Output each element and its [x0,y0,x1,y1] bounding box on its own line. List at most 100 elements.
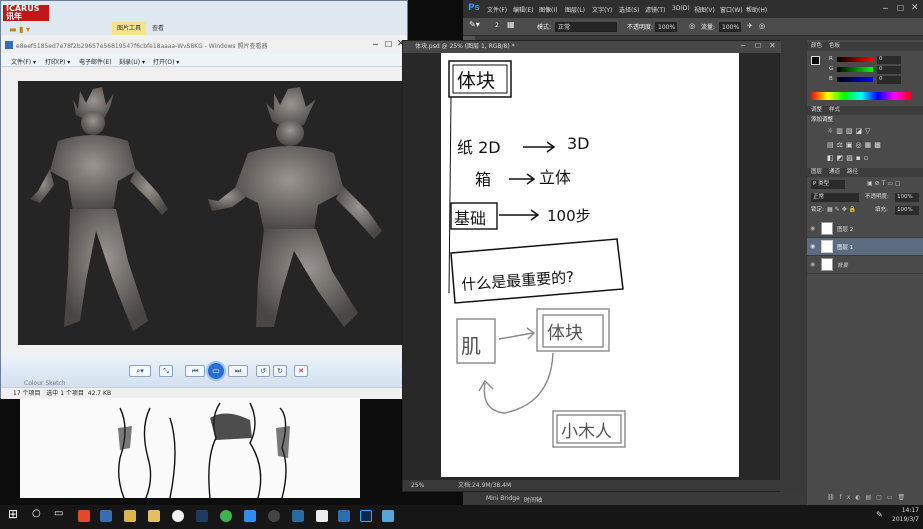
visibility-eye-icon[interactable]: ◉ [810,261,815,268]
airbrush-icon[interactable]: ✈ [747,22,753,30]
visibility-eye-icon[interactable]: ◉ [810,243,815,250]
ps-menu-window[interactable]: 窗口(W) [720,5,743,14]
tab-paths[interactable]: 路径 [847,168,858,177]
ps-menu-select[interactable]: 选择(S) [619,5,640,14]
layer-name[interactable]: 图层 2 [837,225,853,233]
foreground-color-swatch[interactable] [811,56,820,65]
layer-blend-mode[interactable]: 正常 [811,193,859,202]
layer-footer-icons[interactable]: ⛓fx◐▤▢▭🗑 [827,494,910,501]
menu-email[interactable]: 电子邮件(E) [79,57,111,66]
previous-button[interactable]: ⏮ [185,365,205,377]
color-spectrum[interactable] [811,92,911,100]
ps-minimize-button[interactable]: ─ [883,4,888,13]
red-slider[interactable] [837,57,873,62]
visibility-eye-icon[interactable]: ◉ [810,225,815,232]
layer-name[interactable]: 图层 1 [837,243,853,251]
rotate-left-icon[interactable]: ↺ [256,365,270,377]
document-tab[interactable]: 体块.psd @ 25% (图层 1, RGB/8) * [403,41,781,53]
menu-burn[interactable]: 刻录(U) ▾ [119,57,145,66]
task-view-icon[interactable]: ▭ [54,508,63,519]
minimize-button[interactable]: ─ [373,40,378,49]
adjustment-icons-row1[interactable]: ☼▥▧◪▽ [827,127,874,135]
tab-color[interactable]: 颜色 [811,42,822,51]
timeline-tab[interactable]: 时间轴 [524,495,542,504]
ps-menu-type[interactable]: 文字(Y) [592,5,612,14]
ps-menu-view[interactable]: 视图(V) [694,5,715,14]
delete-icon[interactable]: ✕ [294,365,308,377]
ps-canvas[interactable]: 体块 纸 2D 3D 箱 立体 基础 100步 什么是最重要的? 肌 体块 小木… [441,53,739,477]
folder-icon[interactable]: ▬ ▮ ▾ [9,25,30,34]
taskbar-app-icon[interactable] [220,510,232,522]
taskbar-clock[interactable]: 14:17 2019/3/7 [892,506,919,524]
blue-slider[interactable] [837,77,873,82]
doc-maximize-button[interactable]: ☐ [755,42,761,50]
next-button[interactable]: ⏭ [228,365,248,377]
taskbar-app-icon[interactable] [292,510,304,522]
layer-row[interactable]: ◉ 背景 [807,256,923,274]
tab-channels[interactable]: 通道 [829,168,840,177]
taskbar-app-icon[interactable] [338,510,350,522]
taskbar-app-icon[interactable] [382,510,394,522]
tab-styles[interactable]: 样式 [829,106,840,115]
tab-view[interactable]: 查看 [147,22,169,35]
layer-filter-icons[interactable]: ▣⊘T▭▢ [867,180,903,187]
taskbar-app-icon[interactable] [78,510,90,522]
zoom-button[interactable]: ⌕▾ [129,365,151,377]
layer-name[interactable]: 背景 [837,261,848,269]
mini-bridge-tab[interactable]: Mini Bridge [486,495,520,502]
taskbar-app-icon[interactable] [316,510,328,522]
layer-kind-filter[interactable]: Ρ 类型 [811,180,845,189]
doc-minimize-button[interactable]: ─ [741,42,745,50]
doc-close-button[interactable]: ✕ [769,41,776,50]
fill-field[interactable]: 100% [895,206,919,215]
brush-panel-icon[interactable]: ▦ [507,20,515,29]
ps-menu-file[interactable]: 文件(F) [487,5,507,14]
pressure-size-icon[interactable]: ◎ [759,22,765,30]
green-slider[interactable] [837,67,873,72]
taskbar-app-icon[interactable] [244,510,256,522]
pen-tray-icon[interactable]: ✎ [876,510,883,519]
tab-picture-tools[interactable]: 图片工具 [112,22,147,35]
layer-row[interactable]: ◉ 图层 2 [807,220,923,238]
slideshow-button[interactable]: ▭ [206,361,226,381]
ps-menu-3d[interactable]: 3D(D) [672,5,690,12]
layer-row[interactable]: ◉ 图层 1 [807,238,923,256]
brush-tool-icon[interactable]: ✎▾ [469,20,480,29]
menu-file[interactable]: 文件(F) ▾ [11,57,36,66]
menu-print[interactable]: 打印(P) ▾ [45,57,70,66]
adjustment-icons-row2[interactable]: ▤⚖▣◎▦▩ [827,141,884,149]
tab-swatches[interactable]: 色板 [829,42,840,51]
maximize-button[interactable]: ☐ [385,40,392,49]
photoshop-taskbar-icon[interactable] [360,510,372,522]
layer-opacity-field[interactable]: 100% [895,193,919,202]
pressure-opacity-icon[interactable]: ◎ [689,22,695,30]
blue-value[interactable]: 0 [877,76,901,84]
actual-size-icon[interactable]: ⤡ [159,365,173,377]
ps-close-button[interactable]: ✕ [911,3,919,13]
taskbar-app-icon[interactable] [124,510,136,522]
ps-maximize-button[interactable]: ☐ [897,4,904,13]
mode-select[interactable]: 正常 [555,22,617,32]
green-value[interactable]: 0 [877,66,901,74]
taskbar-app-icon[interactable] [172,510,184,522]
taskbar-app-icon[interactable] [196,510,208,522]
tab-adjustments[interactable]: 调整 [811,106,822,115]
taskbar-app-icon[interactable] [268,510,280,522]
lock-icons[interactable]: ▦✎✥🔒 [827,206,858,213]
zoom-level[interactable]: 25% [411,480,424,491]
ps-menu-filter[interactable]: 滤镜(T) [645,5,665,14]
red-value[interactable]: 0 [877,56,901,64]
menu-open[interactable]: 打开(O) ▾ [153,57,179,66]
adjustment-icons-row3[interactable]: ◧◩▨▪▫ [827,154,871,162]
search-icon[interactable]: ○ [32,508,41,519]
windows-start-icon[interactable]: ⊞ [8,507,18,521]
ps-menu-layer[interactable]: 图层(L) [565,5,585,14]
brush-size[interactable]: 2 [495,22,499,29]
ps-menu-image[interactable]: 图像(I) [539,5,557,14]
ps-menu-edit[interactable]: 编辑(E) [513,5,533,14]
taskbar-app-icon[interactable] [100,510,112,522]
tab-layers[interactable]: 图层 [811,168,822,177]
rotate-right-icon[interactable]: ↻ [273,365,287,377]
taskbar-app-icon[interactable] [148,510,160,522]
opacity-field[interactable]: 100% [655,22,677,32]
